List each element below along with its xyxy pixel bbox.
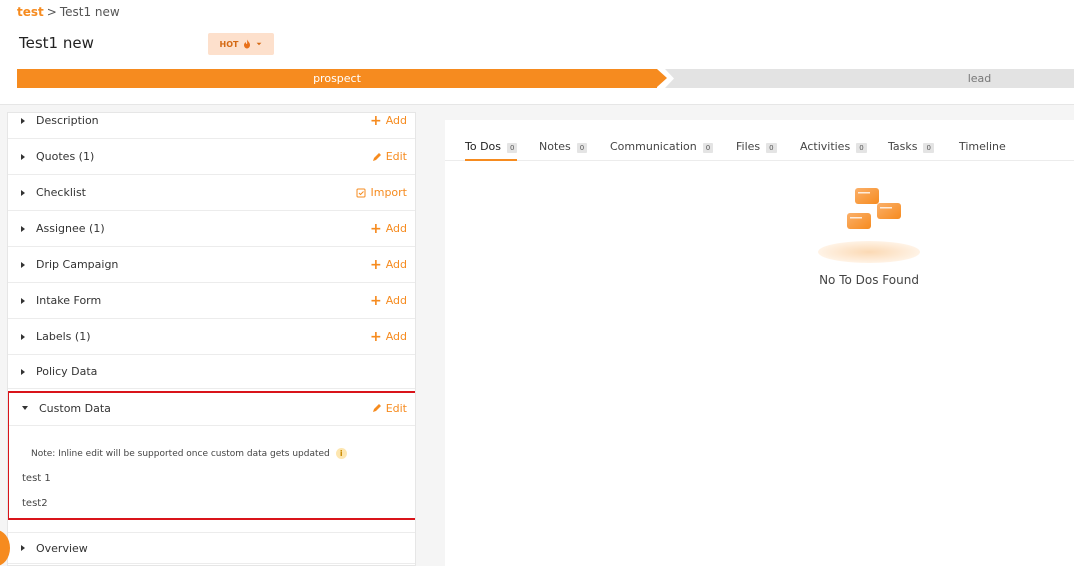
section-drip-campaign[interactable]: Drip Campaign + Add (8, 247, 415, 283)
pipeline-stages: prospect lead (17, 69, 1074, 88)
caret-icon (21, 225, 25, 232)
tab-count-badge: 0 (766, 143, 777, 153)
tab-notes[interactable]: Notes 0 (539, 140, 588, 161)
section-intake-form[interactable]: Intake Form + Add (8, 283, 415, 319)
add-labels-button[interactable]: + Add (370, 330, 407, 344)
section-custom-data: Custom Data Edit Note: Inline edit will … (8, 391, 415, 520)
section-quotes[interactable]: Quotes (1) Edit (8, 139, 415, 175)
tab-to-dos[interactable]: To Dos 0 (465, 140, 518, 161)
tab-count-badge: 0 (923, 143, 934, 153)
stage-label: lead (967, 72, 992, 85)
tab-count-badge: 0 (576, 143, 588, 153)
stage-label: prospect (313, 72, 361, 85)
breadcrumb: test > Test1 new (17, 5, 120, 19)
plus-icon: + (369, 256, 382, 273)
breadcrumb-parent-link[interactable]: test (17, 5, 44, 19)
edit-custom-data-button[interactable]: Edit (372, 402, 407, 415)
section-overview[interactable]: Overview (8, 532, 415, 564)
edit-quotes-button[interactable]: Edit (372, 150, 407, 163)
caret-icon (21, 368, 25, 375)
section-label: Policy Data (36, 365, 98, 378)
checklist-import-icon (356, 188, 366, 197)
plus-icon: + (369, 292, 382, 309)
section-label: Overview (36, 541, 88, 555)
tab-count-badge: 0 (507, 143, 518, 153)
activity-tabs: To Dos 0 Notes 0 Communication 0 Files 0 Act… (445, 120, 1074, 161)
chevron-down-icon (257, 42, 262, 46)
add-drip-campaign-button[interactable]: + Add (370, 258, 407, 272)
breadcrumb-current: Test1 new (59, 5, 120, 19)
custom-data-body: Note: Inline edit will be supported once… (9, 425, 415, 518)
tab-communication[interactable]: Communication 0 (610, 140, 714, 161)
section-assignee[interactable]: Assignee (1) + Add (8, 211, 415, 247)
custom-data-value: test2 (22, 498, 48, 509)
caret-icon (21, 297, 25, 304)
tab-count-badge: 0 (856, 143, 867, 153)
add-description-button[interactable]: + Add (370, 114, 407, 128)
header: test > Test1 new Test1 new HOT prospect le… (0, 0, 1074, 105)
section-description[interactable]: Description + Add (8, 113, 415, 139)
section-label: Description (36, 114, 99, 127)
fire-icon (244, 39, 251, 49)
empty-state-message: No To Dos Found (819, 273, 919, 287)
stage-prospect[interactable]: prospect (17, 69, 657, 88)
plus-icon: + (369, 220, 382, 237)
caret-icon (21, 189, 25, 196)
caret-icon (22, 406, 28, 410)
section-label: Drip Campaign (36, 258, 119, 271)
details-panel: Description + Add Quotes (1) Edit Checkli… (7, 112, 416, 566)
breadcrumb-separator: > (46, 5, 57, 19)
section-policy-data[interactable]: Policy Data (8, 355, 415, 389)
plus-icon: + (369, 328, 382, 345)
section-label: Custom Data (39, 401, 111, 415)
plus-icon: + (369, 112, 382, 129)
tab-files[interactable]: Files 0 (736, 140, 777, 161)
section-labels[interactable]: Labels (1) + Add (8, 319, 415, 355)
tab-timeline[interactable]: Timeline (959, 140, 1006, 161)
stage-arrow (657, 69, 667, 87)
section-checklist[interactable]: Checklist Import (8, 175, 415, 211)
caret-icon (21, 117, 25, 124)
add-assignee-button[interactable]: + Add (370, 222, 407, 236)
activity-panel: To Dos 0 Notes 0 Communication 0 Files 0 Act… (445, 120, 1074, 566)
tab-tasks[interactable]: Tasks 0 (888, 140, 934, 161)
section-label: Assignee (1) (36, 222, 105, 235)
pencil-icon (372, 152, 381, 161)
badge-label: HOT (219, 39, 239, 49)
temperature-badge-dropdown[interactable]: HOT (208, 33, 274, 55)
empty-todos-illustration (818, 188, 920, 263)
caret-icon (21, 261, 25, 268)
custom-data-header[interactable]: Custom Data Edit (9, 393, 415, 423)
inline-edit-note: Note: Inline edit will be supported once… (31, 448, 347, 459)
tab-activities[interactable]: Activities 0 (800, 140, 867, 161)
add-intake-form-button[interactable]: + Add (370, 294, 407, 308)
section-label: Labels (1) (36, 330, 91, 343)
custom-data-value: test 1 (22, 473, 51, 484)
caret-icon (21, 153, 25, 160)
caret-icon (21, 545, 25, 551)
tab-count-badge: 0 (702, 143, 714, 153)
info-icon[interactable]: i (335, 448, 347, 459)
pencil-icon (372, 404, 381, 412)
section-label: Intake Form (36, 294, 102, 307)
import-checklist-button[interactable]: Import (356, 186, 407, 199)
stage-lead[interactable]: lead (665, 69, 1074, 88)
page-title: Test1 new (19, 34, 94, 52)
caret-icon (21, 333, 25, 340)
section-label: Quotes (1) (36, 150, 95, 163)
